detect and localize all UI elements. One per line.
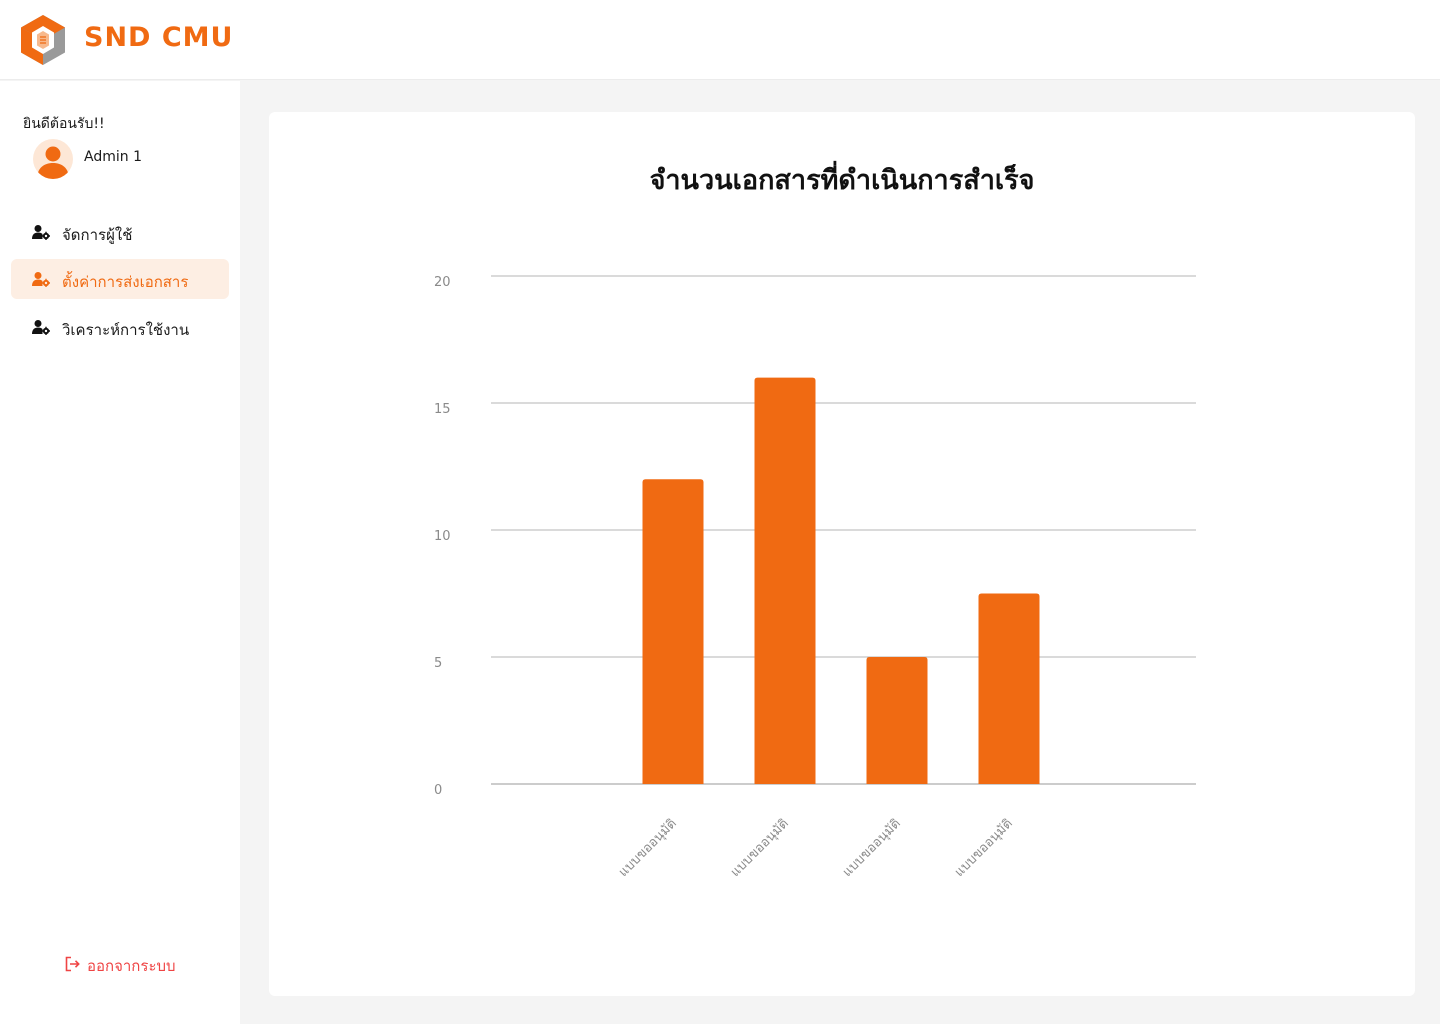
sidebar: ยินดีต้อนรับ!! Admin 1 จัดการผู้ใช้ ตั้ง… [0, 81, 240, 1024]
chart-card: จำนวนเอกสารที่ดำเนินการสำเร็จ 0 5 10 15 20 แบ… [269, 112, 1415, 996]
x-tick-label: แบบขออนุมัติ [840, 816, 904, 880]
y-tick-label: 20 [434, 275, 451, 290]
brand-title: SND CMU [84, 22, 234, 53]
user-gear-icon [32, 272, 50, 287]
bar-chart: 0 5 10 15 20 แบบขออนุมัติ แบบขออนุมัติ แบบขออนุ… [434, 275, 1196, 880]
y-tick-label: 5 [434, 656, 442, 671]
avatar [33, 139, 73, 179]
bar [978, 593, 1040, 784]
x-tick-label: แบบขออนุมัติ [952, 816, 1016, 880]
bar [642, 479, 704, 784]
user-avatar-icon [37, 146, 69, 179]
sidebar-item-label: วิเคราะห์การใช้งาน [62, 321, 190, 339]
x-tick-label: แบบขออนุมัติ [728, 816, 792, 880]
sidebar-item-manage-users[interactable]: จัดการผู้ใช้ [11, 212, 229, 252]
logout-label: ออกจากระบบ [87, 957, 176, 975]
sidebar-item-label: จัดการผู้ใช้ [62, 226, 133, 244]
snd-logo-icon [21, 15, 65, 65]
sidebar-item-label: ตั้งค่าการส่งเอกสาร [62, 273, 189, 291]
y-tick-label: 0 [434, 783, 442, 798]
bar [866, 657, 928, 784]
x-tick-label: แบบขออนุมัติ [616, 816, 680, 880]
welcome-text: ยินดีต้อนรับ!! [23, 116, 105, 132]
bar [754, 377, 816, 784]
top-bar: SND CMU [0, 0, 1440, 80]
sidebar-item-document-settings[interactable]: ตั้งค่าการส่งเอกสาร [11, 259, 229, 299]
user-name: Admin 1 [84, 149, 142, 165]
user-gear-icon [32, 225, 50, 240]
y-tick-label: 15 [434, 402, 451, 417]
y-tick-label: 10 [434, 529, 451, 544]
sidebar-item-usage-analytics[interactable]: วิเคราะห์การใช้งาน [11, 307, 229, 347]
logout-icon [65, 956, 80, 972]
user-gear-icon [32, 320, 50, 335]
